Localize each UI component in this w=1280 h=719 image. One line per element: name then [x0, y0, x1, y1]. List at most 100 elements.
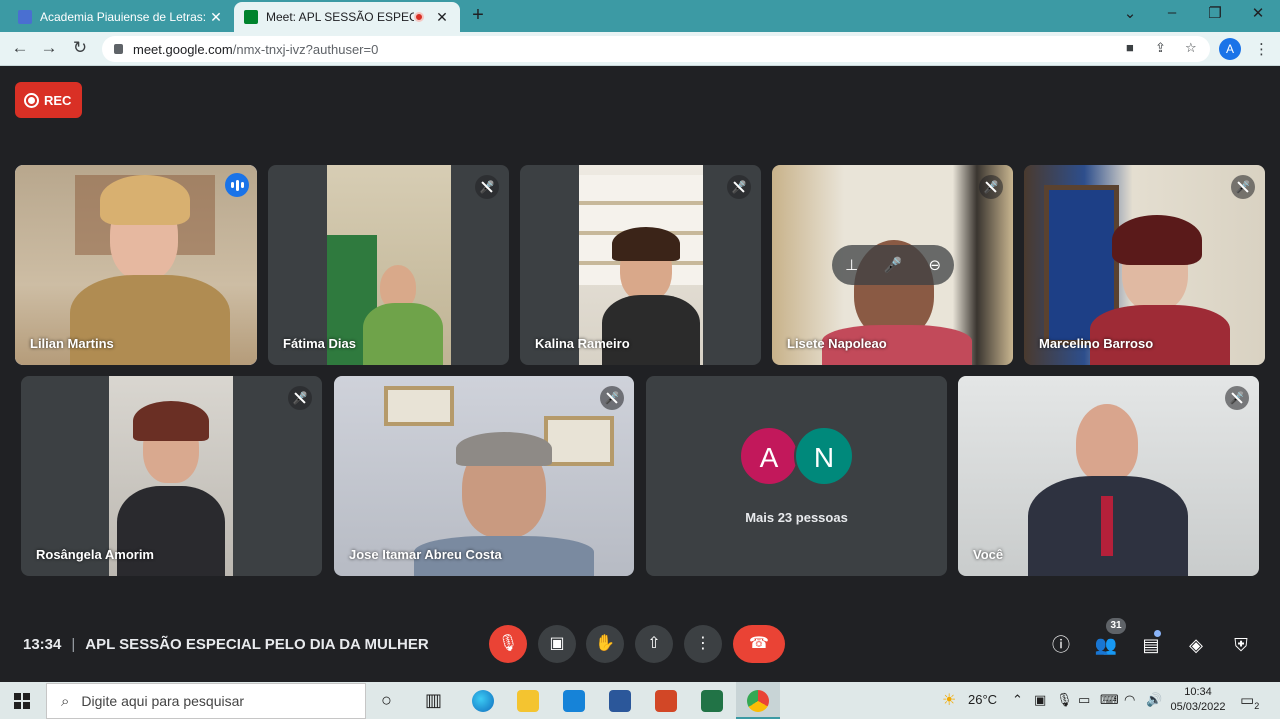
- screen: Academia Piauiense de Letras: ag ✕ Meet:…: [0, 0, 1280, 719]
- lock-icon: [114, 44, 123, 54]
- more-participants-label: Mais 23 pessoas: [745, 510, 848, 525]
- participant-body: [1090, 305, 1230, 365]
- browser-menu-icon[interactable]: ⋮: [1254, 40, 1269, 58]
- mail-icon[interactable]: [563, 690, 585, 712]
- participant-tile-fatima-dias[interactable]: 🎤 Fátima Dias: [268, 165, 509, 365]
- participant-tile-marcelino-barroso[interactable]: 🎤 Marcelino Barroso: [1024, 165, 1265, 365]
- bookmark-star-icon[interactable]: ☆: [1185, 40, 1197, 56]
- participant-name: Você: [973, 547, 1004, 562]
- tab-search-chevron-icon[interactable]: ⌄: [1120, 4, 1140, 22]
- url-path: /nmx-tnxj-ivz?authuser=0: [232, 41, 379, 57]
- wifi-icon[interactable]: ◠: [1124, 692, 1135, 708]
- others-tile[interactable]: A N Mais 23 pessoas: [646, 376, 947, 576]
- volume-icon[interactable]: 🔊: [1146, 692, 1162, 708]
- chat-icon[interactable]: ▤: [1139, 633, 1163, 657]
- record-icon: [24, 92, 39, 108]
- search-placeholder: Digite aqui para pesquisar: [81, 693, 245, 709]
- weather-temp[interactable]: 26°C: [968, 692, 997, 707]
- site-favicon-icon: [18, 10, 32, 24]
- raise-hand-button[interactable]: ✋: [586, 625, 624, 663]
- forward-arrow-icon[interactable]: →: [38, 38, 60, 58]
- participant-body: [363, 303, 443, 365]
- more-vert-icon: ⋮: [695, 635, 711, 652]
- chrome-icon[interactable]: [747, 690, 769, 712]
- host-controls-icon[interactable]: ⛨: [1229, 633, 1253, 657]
- excel-icon[interactable]: [701, 690, 723, 712]
- participant-tile-kalina-rameiro[interactable]: 🎤 Kalina Rameiro: [520, 165, 761, 365]
- mute-participant-icon[interactable]: 🎤: [884, 256, 903, 274]
- word-icon[interactable]: [609, 690, 631, 712]
- task-view-icon[interactable]: ▥: [425, 690, 442, 711]
- meeting-info-icon[interactable]: ⓘ: [1049, 633, 1073, 657]
- participant-body: [117, 486, 225, 576]
- mic-off-icon: 🎙: [497, 635, 519, 652]
- participant-name: Fátima Dias: [283, 336, 356, 351]
- keyboard-icon[interactable]: ⌨: [1100, 692, 1119, 708]
- hand-icon: ✋: [595, 635, 615, 652]
- participant-tile-rosangela-amorim[interactable]: 🎤 Rosângela Amorim: [21, 376, 322, 576]
- participant-avatar-a: A: [739, 426, 799, 486]
- browser-tab-academia[interactable]: Academia Piauiense de Letras: ag ✕: [8, 2, 234, 32]
- pin-icon[interactable]: ⊥: [845, 256, 858, 274]
- maximize-icon[interactable]: ❐: [1205, 4, 1225, 22]
- activities-icon[interactable]: ◈: [1184, 633, 1208, 657]
- participant-tile-jose-itamar-abreu-costa[interactable]: 🎤 Jose Itamar Abreu Costa: [334, 376, 634, 576]
- toggle-camera-button[interactable]: ▣: [538, 625, 576, 663]
- profile-avatar[interactable]: A: [1219, 38, 1241, 60]
- new-tab-icon[interactable]: +: [466, 4, 490, 27]
- windows-start-icon[interactable]: [14, 693, 30, 709]
- present-icon: ⇧: [647, 635, 661, 652]
- file-explorer-icon[interactable]: [517, 690, 539, 712]
- participants-count-badge: 31: [1106, 618, 1126, 634]
- present-screen-button[interactable]: ⇧: [635, 625, 673, 663]
- participant-name: Jose Itamar Abreu Costa: [349, 547, 502, 562]
- separator: |: [71, 636, 76, 653]
- edge-icon[interactable]: [472, 690, 494, 712]
- participant-avatar-n: N: [794, 426, 854, 486]
- close-tab-icon[interactable]: ✕: [208, 9, 224, 26]
- tab-title: Meet: APL SESSÃO ESPECIAL: [266, 10, 414, 24]
- battery-icon[interactable]: ▭: [1078, 692, 1090, 708]
- show-hidden-icons-icon[interactable]: ⌃: [1012, 692, 1023, 708]
- address-bar[interactable]: meet.google.com/nmx-tnxj-ivz?authuser=0: [102, 36, 1210, 62]
- participant-hair: [100, 175, 190, 225]
- close-window-icon[interactable]: ✕: [1248, 4, 1268, 22]
- participant-hair: [1112, 215, 1202, 265]
- participant-tile-lilian-martins[interactable]: Lilian Martins: [15, 165, 257, 365]
- mic-off-icon: 🎤: [1225, 386, 1249, 410]
- back-arrow-icon[interactable]: ←: [9, 38, 31, 58]
- microphone-tray-icon[interactable]: 🎙: [1056, 692, 1073, 708]
- mic-off-icon: 🎤: [1231, 175, 1255, 199]
- reload-icon[interactable]: ↻: [69, 38, 91, 58]
- share-icon[interactable]: ⇪: [1155, 40, 1166, 56]
- tile-hover-controls: ⊥ 🎤 ⊖: [832, 245, 954, 285]
- participant-name: Rosângela Amorim: [36, 547, 154, 562]
- powerpoint-icon[interactable]: [655, 690, 677, 712]
- participant-hair: [612, 227, 680, 261]
- url-host: meet.google.com: [133, 41, 233, 57]
- leave-call-button[interactable]: ☎: [733, 625, 785, 663]
- notifications-icon[interactable]: ▭2: [1240, 691, 1259, 711]
- toggle-microphone-button[interactable]: 🎙: [489, 625, 527, 663]
- participant-tile-lisete-napoleao[interactable]: ⊥ 🎤 ⊖ 🎤 Lisete Napoleao: [772, 165, 1013, 365]
- close-tab-icon[interactable]: ✕: [434, 9, 450, 26]
- participant-name: Kalina Rameiro: [535, 336, 630, 351]
- participant-face: [1076, 404, 1138, 482]
- meet-tray-icon[interactable]: ▣: [1034, 692, 1046, 708]
- speaking-indicator-icon: [225, 173, 249, 197]
- taskbar-search-box[interactable]: ⌕ Digite aqui para pesquisar: [46, 683, 366, 719]
- browser-toolbar: ← → ↻ meet.google.com/nmx-tnxj-ivz?authu…: [0, 32, 1280, 66]
- weather-icon[interactable]: ☀: [942, 690, 956, 710]
- cortana-icon[interactable]: ○: [381, 690, 392, 711]
- meeting-title: APL SESSÃO ESPECIAL PELO DIA DA MULHER: [85, 636, 429, 653]
- participant-hair: [133, 401, 209, 441]
- browser-tab-meet[interactable]: Meet: APL SESSÃO ESPECIAL ✕: [234, 2, 460, 32]
- taskbar-clock[interactable]: 10:34 05/03/2022: [1168, 685, 1228, 715]
- minimize-icon[interactable]: –: [1162, 4, 1182, 21]
- more-options-button[interactable]: ⋮: [684, 625, 722, 663]
- hang-up-icon: ☎: [749, 635, 769, 652]
- remove-participant-icon[interactable]: ⊖: [928, 256, 941, 274]
- participant-tile-self[interactable]: 🎤 Você: [958, 376, 1259, 576]
- people-icon[interactable]: 👥: [1094, 633, 1118, 657]
- camera-permission-icon[interactable]: ■: [1126, 40, 1134, 55]
